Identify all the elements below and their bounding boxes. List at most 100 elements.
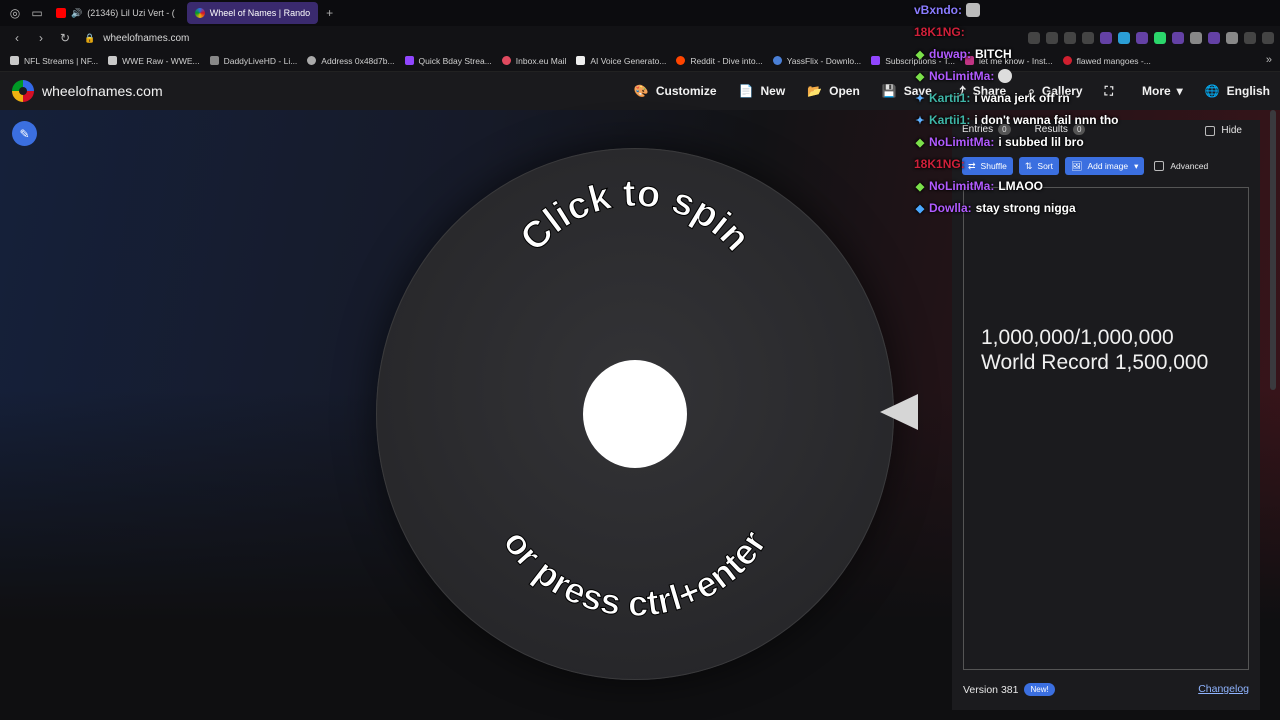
site-icon bbox=[772, 56, 782, 65]
chat-message: ◆ Dowlla: stay strong nigga bbox=[914, 201, 1076, 215]
bookmark-label: Reddit - Dive into... bbox=[690, 55, 763, 66]
diamond-icon: ◆ bbox=[915, 48, 925, 61]
chat-username: NoLimitMa: bbox=[929, 69, 995, 83]
chat-message: ◆ duwap: BITCH bbox=[914, 47, 1012, 61]
menu-label: Open bbox=[829, 84, 860, 98]
bookmark-label: DaddyLiveHD - Li... bbox=[223, 55, 298, 66]
tab-manager-icon[interactable]: ▭ bbox=[30, 6, 44, 20]
press-ctrl-enter-text[interactable]: or press ctrl+enter bbox=[495, 522, 775, 625]
bookmark-item[interactable]: Quick Bday Strea... bbox=[404, 55, 492, 66]
bookmark-item[interactable]: Address 0x48d7b... bbox=[307, 55, 395, 66]
chat-username: 18K1NG: bbox=[914, 25, 965, 39]
new-tab-icon[interactable]: + bbox=[326, 6, 333, 20]
bookmark-item[interactable]: WWE Raw - WWE... bbox=[108, 55, 200, 66]
chat-username: Kartii1: bbox=[929, 91, 971, 105]
forward-icon[interactable]: › bbox=[34, 31, 48, 45]
chat-message: 18K1NG: bbox=[914, 157, 965, 171]
chat-message: 18K1NG: bbox=[914, 25, 965, 39]
reload-icon[interactable]: ↻ bbox=[58, 31, 72, 45]
save-icon: 💾 bbox=[881, 84, 897, 98]
chat-username: Kartii1: bbox=[929, 113, 971, 127]
folder-icon: 📂 bbox=[807, 84, 823, 98]
sword-icon: ✦ bbox=[915, 114, 925, 127]
bookmark-label: Inbox.eu Mail bbox=[515, 55, 567, 66]
diamond-icon: ◆ bbox=[915, 136, 925, 149]
opera-icon[interactable]: ◎ bbox=[8, 6, 22, 20]
bookmark-label: NFL Streams | NF... bbox=[24, 55, 99, 66]
open-button[interactable]: 📂 Open bbox=[807, 84, 860, 98]
palette-icon: 🎨 bbox=[633, 84, 649, 98]
tab-wheel-of-names[interactable]: Wheel of Names | Rando bbox=[186, 2, 319, 24]
sword-icon: ✦ bbox=[915, 92, 925, 105]
new-button[interactable]: 📄 New bbox=[739, 84, 786, 98]
bookmark-item[interactable]: Inbox.eu Mail bbox=[501, 55, 567, 66]
chat-username: NoLimitMa: bbox=[929, 135, 995, 149]
bookmark-item[interactable]: NFL Streams | NF... bbox=[10, 56, 98, 66]
menu-label: Customize bbox=[655, 84, 717, 98]
voice-icon bbox=[576, 56, 586, 65]
bookmark-item[interactable]: Reddit - Dive into... bbox=[676, 55, 763, 66]
version-label: Version 381 bbox=[963, 683, 1019, 696]
url-field[interactable]: 🔒 wheelofnames.com bbox=[84, 33, 189, 44]
bookmark-label: Quick Bday Strea... bbox=[418, 55, 492, 66]
new-file-icon: 📄 bbox=[738, 84, 754, 98]
bookmark-label: Address 0x48d7b... bbox=[321, 55, 395, 66]
twitch-icon bbox=[404, 56, 414, 65]
tab-youtube[interactable]: 🔊 (21346) Lil Uzi Vert - ( bbox=[48, 2, 183, 24]
wheel-icon bbox=[194, 8, 205, 18]
diamond-icon: ◆ bbox=[915, 70, 925, 83]
bookmark-item[interactable]: YassFlix - Downlo... bbox=[772, 56, 861, 66]
reddit-icon bbox=[676, 56, 686, 65]
gmail-icon bbox=[10, 56, 19, 65]
version-info: Version 381 New! bbox=[963, 683, 1055, 696]
emote-icon bbox=[966, 3, 980, 17]
site-name[interactable]: wheelofnames.com bbox=[42, 83, 163, 99]
speaker-icon[interactable]: 🔊 bbox=[71, 8, 82, 19]
lock-icon: 🔒 bbox=[84, 32, 96, 43]
bookmark-label: WWE Raw - WWE... bbox=[122, 55, 200, 66]
entry-line: World Record 1,500,000 bbox=[981, 351, 1209, 374]
chat-text: i wana jerk off rn bbox=[974, 91, 1070, 105]
new-badge: New! bbox=[1024, 683, 1055, 696]
click-to-spin-text[interactable]: Click to spin bbox=[512, 172, 758, 260]
entries-textarea[interactable]: 1,000,000/1,000,000 World Record 1,500,0… bbox=[963, 187, 1249, 670]
chat-username: vBxndo: bbox=[914, 3, 962, 17]
bookmark-item[interactable]: AI Voice Generato... bbox=[576, 56, 666, 66]
bookmark-label: AI Voice Generato... bbox=[590, 55, 667, 66]
menu-label: New bbox=[760, 84, 786, 98]
chat-text: stay strong nigga bbox=[975, 201, 1076, 215]
mail-icon bbox=[501, 56, 511, 65]
chat-message: ✦ Kartii1: i wana jerk off rn bbox=[914, 91, 1070, 105]
chat-message: vBxndo: bbox=[914, 3, 980, 17]
chat-username: duwap: bbox=[929, 47, 971, 61]
twitch-icon bbox=[871, 56, 881, 65]
entries-content: 1,000,000/1,000,000 World Record 1,500,0… bbox=[981, 325, 1208, 375]
youtube-icon bbox=[56, 8, 66, 18]
cube-icon: ◆ bbox=[915, 202, 925, 215]
wheel-logo-icon[interactable] bbox=[12, 80, 34, 102]
chat-message: ◆ NoLimitMa: bbox=[914, 69, 1013, 83]
chat-username: NoLimitMa: bbox=[929, 179, 995, 193]
screen: ◎ ▭ 🔊 (21346) Lil Uzi Vert - ( Wheel of … bbox=[0, 0, 1280, 720]
entry-line: 1,000,000/1,000,000 bbox=[981, 326, 1174, 349]
chat-text: i don't wanna fail nnn tho bbox=[974, 113, 1119, 127]
emote-icon bbox=[998, 69, 1013, 83]
page-icon bbox=[209, 56, 219, 65]
gmail-icon bbox=[108, 56, 118, 65]
wheel-pointer-icon bbox=[880, 394, 918, 430]
url-text: wheelofnames.com bbox=[103, 32, 190, 44]
tab-label: Wheel of Names | Rando bbox=[209, 8, 311, 18]
tab-label: (21346) Lil Uzi Vert - ( bbox=[87, 8, 175, 18]
chat-overlay: vBxndo: 18K1NG: ◆ duwap: BITCH ◆ NoLimit… bbox=[912, 0, 1280, 230]
bottom-text-path: or press ctrl+enter bbox=[495, 522, 775, 625]
back-icon[interactable]: ‹ bbox=[10, 31, 24, 45]
diamond-icon: ◆ bbox=[915, 180, 925, 193]
chat-text: i subbed lil bro bbox=[998, 135, 1084, 149]
customize-button[interactable]: 🎨 Customize bbox=[634, 84, 717, 98]
wheel-center[interactable] bbox=[583, 360, 687, 468]
site-icon bbox=[307, 56, 317, 65]
chat-message: ◆ NoLimitMa: i subbed lil bro bbox=[914, 135, 1084, 149]
changelog-link[interactable]: Changelog bbox=[1198, 683, 1249, 695]
chat-text: BITCH bbox=[975, 47, 1012, 61]
bookmark-item[interactable]: DaddyLiveHD - Li... bbox=[209, 55, 298, 66]
